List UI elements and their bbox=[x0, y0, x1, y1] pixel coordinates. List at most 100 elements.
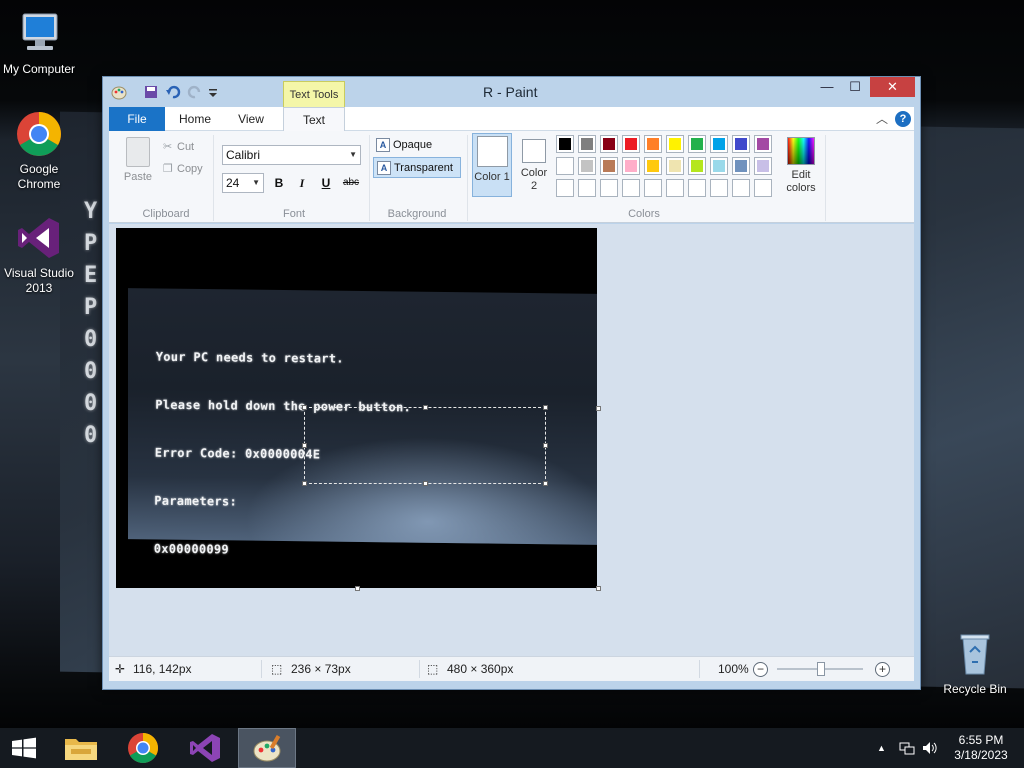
status-bar: ✛ 116, 142px ⬚ 236 × 73px ⬚ 480 × 360px … bbox=[109, 656, 914, 681]
canvas-resize-handle[interactable] bbox=[596, 586, 601, 591]
help-icon[interactable]: ? bbox=[895, 111, 911, 127]
opaque-icon: A bbox=[376, 138, 390, 152]
resize-handle[interactable] bbox=[302, 481, 307, 486]
palette-color-swatch[interactable] bbox=[556, 179, 574, 197]
strikethrough-button[interactable]: abc bbox=[339, 174, 363, 192]
palette-color-swatch[interactable] bbox=[688, 179, 706, 197]
zoom-out-button[interactable]: − bbox=[753, 662, 768, 677]
resize-handle[interactable] bbox=[302, 443, 307, 448]
palette-color-swatch[interactable] bbox=[688, 135, 706, 153]
tab-view[interactable]: View bbox=[223, 107, 279, 131]
cut-button[interactable]: ✂ Cut bbox=[163, 140, 194, 153]
transparent-icon: A bbox=[377, 161, 391, 175]
paint-app-icon[interactable] bbox=[111, 84, 127, 100]
underline-button[interactable]: U bbox=[316, 174, 336, 192]
bold-button[interactable]: B bbox=[269, 174, 289, 192]
taskbar-file-explorer[interactable] bbox=[52, 728, 110, 768]
color1-selector[interactable]: Color 1 bbox=[472, 133, 512, 197]
palette-color-swatch[interactable] bbox=[578, 135, 596, 153]
palette-color-swatch[interactable] bbox=[754, 157, 772, 175]
opaque-option[interactable]: A Opaque bbox=[373, 135, 461, 156]
paste-button[interactable]: Paste bbox=[121, 135, 155, 183]
undo-icon[interactable] bbox=[165, 84, 181, 100]
ribbon-panel: Paste ✂ Cut ❐ Copy Clipboard Calibri ▼ 24 … bbox=[109, 131, 914, 223]
maximize-button[interactable]: ☐ bbox=[841, 77, 869, 97]
tab-file[interactable]: File bbox=[109, 107, 165, 131]
italic-button[interactable]: I bbox=[292, 174, 312, 192]
palette-color-swatch[interactable] bbox=[622, 157, 640, 175]
palette-color-swatch[interactable] bbox=[710, 179, 728, 197]
taskbar-visual-studio[interactable] bbox=[176, 728, 234, 768]
close-button[interactable]: ✕ bbox=[870, 77, 915, 97]
network-icon[interactable] bbox=[899, 740, 915, 759]
palette-color-swatch[interactable] bbox=[688, 157, 706, 175]
color2-swatch bbox=[522, 139, 546, 163]
palette-color-swatch[interactable] bbox=[578, 157, 596, 175]
redo-icon[interactable] bbox=[187, 84, 203, 100]
save-icon[interactable] bbox=[143, 84, 159, 100]
desktop-icon-recycle-bin[interactable]: Recycle Bin bbox=[937, 630, 1013, 697]
resize-handle[interactable] bbox=[423, 405, 428, 410]
transparent-option[interactable]: A Transparent bbox=[373, 157, 461, 178]
palette-color-swatch[interactable] bbox=[622, 179, 640, 197]
palette-color-swatch[interactable] bbox=[732, 157, 750, 175]
palette-color-swatch[interactable] bbox=[710, 135, 728, 153]
palette-color-swatch[interactable] bbox=[666, 157, 684, 175]
palette-color-swatch[interactable] bbox=[710, 157, 728, 175]
selection-size-icon: ⬚ bbox=[271, 662, 283, 676]
palette-color-swatch[interactable] bbox=[600, 179, 618, 197]
canvas-resize-handle[interactable] bbox=[355, 586, 360, 591]
resize-handle[interactable] bbox=[543, 443, 548, 448]
minimize-button[interactable]: — bbox=[813, 77, 841, 97]
show-hidden-icons[interactable]: ▲ bbox=[877, 743, 886, 753]
canvas-resize-handle[interactable] bbox=[596, 406, 601, 411]
color1-swatch bbox=[476, 136, 508, 167]
system-clock[interactable]: 6:55 PM 3/18/2023 bbox=[946, 733, 1016, 763]
taskbar-chrome[interactable] bbox=[114, 728, 172, 768]
tab-home[interactable]: Home bbox=[167, 107, 223, 131]
palette-color-swatch[interactable] bbox=[754, 179, 772, 197]
title-bar[interactable]: Text Tools R - Paint — ☐ ✕ bbox=[103, 77, 920, 109]
paint-window[interactable]: Text Tools R - Paint — ☐ ✕ File Home Vie… bbox=[102, 76, 921, 690]
font-size-select[interactable]: 24 ▼ bbox=[222, 173, 264, 193]
palette-color-swatch[interactable] bbox=[600, 157, 618, 175]
minimize-ribbon-icon[interactable]: ︿ bbox=[876, 110, 888, 127]
tab-text[interactable]: Text bbox=[283, 107, 345, 132]
color2-selector[interactable]: Color 2 bbox=[518, 139, 550, 193]
font-family-select[interactable]: Calibri ▼ bbox=[222, 145, 361, 165]
colors-group-label: Colors bbox=[628, 208, 660, 220]
palette-color-swatch[interactable] bbox=[754, 135, 772, 153]
zoom-in-button[interactable]: + bbox=[875, 662, 890, 677]
resize-handle[interactable] bbox=[543, 405, 548, 410]
palette-color-swatch[interactable] bbox=[732, 135, 750, 153]
image-size: 480 × 360px bbox=[447, 662, 514, 676]
palette-color-swatch[interactable] bbox=[622, 135, 640, 153]
canvas-workspace[interactable]: Your PC needs to restart. Please hold do… bbox=[109, 224, 914, 656]
resize-handle[interactable] bbox=[423, 481, 428, 486]
palette-color-swatch[interactable] bbox=[644, 157, 662, 175]
start-button[interactable] bbox=[0, 728, 58, 768]
palette-color-swatch[interactable] bbox=[644, 135, 662, 153]
edit-colors-button[interactable]: Edit colors bbox=[781, 137, 821, 195]
desktop-icon-visual-studio[interactable]: Visual Studio 2013 bbox=[1, 214, 77, 296]
taskbar-paint[interactable] bbox=[238, 728, 296, 768]
palette-color-swatch[interactable] bbox=[600, 135, 618, 153]
palette-color-swatch[interactable] bbox=[578, 179, 596, 197]
image-canvas[interactable]: Your PC needs to restart. Please hold do… bbox=[116, 228, 597, 588]
desktop-icon-my-computer[interactable]: My Computer bbox=[1, 10, 77, 77]
desktop-icon-google-chrome[interactable]: Google Chrome bbox=[1, 110, 77, 192]
copy-button[interactable]: ❐ Copy bbox=[163, 162, 203, 175]
palette-color-swatch[interactable] bbox=[732, 179, 750, 197]
palette-color-swatch[interactable] bbox=[666, 135, 684, 153]
resize-handle[interactable] bbox=[543, 481, 548, 486]
customize-toolbar-icon[interactable] bbox=[207, 84, 223, 100]
volume-icon[interactable] bbox=[921, 740, 937, 759]
cursor-position-icon: ✛ bbox=[115, 662, 126, 676]
zoom-slider-thumb[interactable] bbox=[817, 662, 825, 676]
palette-color-swatch[interactable] bbox=[666, 179, 684, 197]
palette-color-swatch[interactable] bbox=[556, 157, 574, 175]
text-selection-box[interactable] bbox=[302, 405, 548, 486]
palette-color-swatch[interactable] bbox=[644, 179, 662, 197]
palette-color-swatch[interactable] bbox=[556, 135, 574, 153]
resize-handle[interactable] bbox=[302, 405, 307, 410]
